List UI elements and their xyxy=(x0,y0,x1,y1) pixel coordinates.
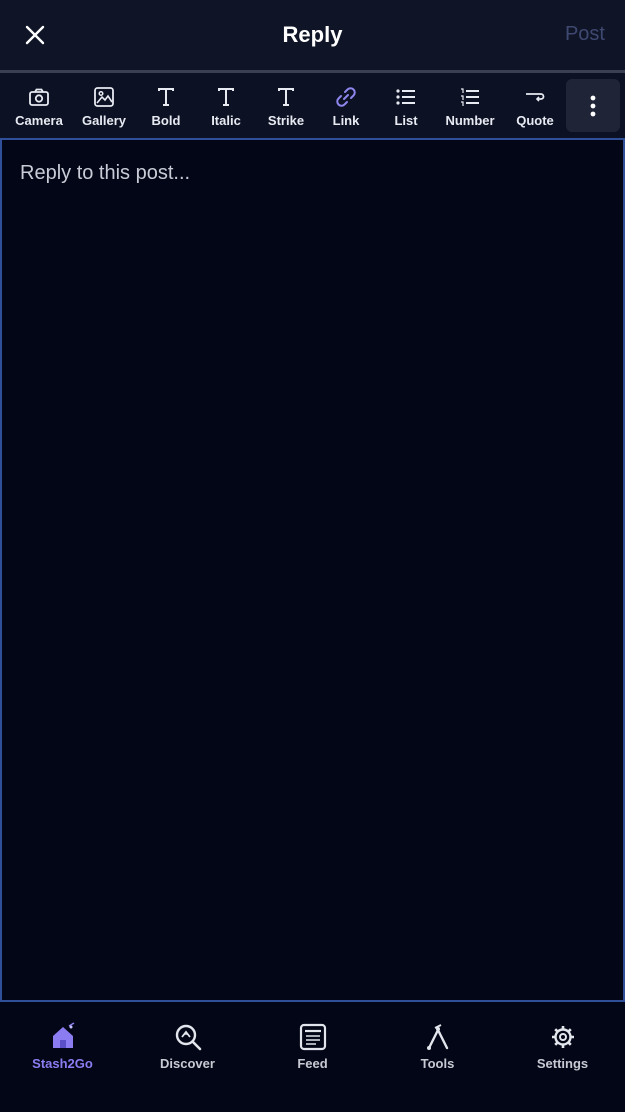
strike-label: Strike xyxy=(267,113,305,128)
nav-label-feed: Feed xyxy=(297,1056,328,1071)
bottom-navigation: Stash2Go Discover Feed Tools Settings xyxy=(0,1002,625,1112)
camera-icon xyxy=(28,86,50,108)
camera-button[interactable]: Camera xyxy=(8,73,70,138)
nav-label-settings: Settings xyxy=(536,1056,589,1071)
italic-icon xyxy=(216,86,236,108)
formatting-toolbar: Camera Gallery Bold Italic Strike Link L… xyxy=(0,73,625,138)
bulleted-list-icon xyxy=(395,86,417,108)
more-vertical-icon xyxy=(590,95,596,116)
numbered-list-icon xyxy=(459,86,481,108)
feed-icon xyxy=(298,1022,328,1052)
link-label: Link xyxy=(332,113,360,128)
nav-label-tools: Tools xyxy=(420,1056,455,1071)
nav-item-feed[interactable]: Feed xyxy=(250,1022,375,1082)
strikethrough-icon xyxy=(276,86,296,108)
reply-editor xyxy=(0,138,625,1002)
tools-icon xyxy=(423,1022,453,1052)
more-options-button[interactable] xyxy=(566,79,620,132)
page-title: Reply xyxy=(282,22,343,47)
nav-item-stash2go[interactable]: Stash2Go xyxy=(0,1022,125,1082)
list-label: List xyxy=(394,113,418,128)
nav-item-settings[interactable]: Settings xyxy=(500,1022,625,1082)
list-button[interactable]: List xyxy=(380,73,432,138)
bold-button[interactable]: Bold xyxy=(140,73,192,138)
italic-label: Italic xyxy=(211,113,241,128)
gear-icon xyxy=(548,1022,578,1052)
number-button[interactable]: Number xyxy=(440,73,500,138)
gallery-label: Gallery xyxy=(81,113,127,128)
strike-button[interactable]: Strike xyxy=(260,73,312,138)
nav-label-discover: Discover xyxy=(160,1056,215,1071)
gallery-button[interactable]: Gallery xyxy=(74,73,134,138)
quote-icon xyxy=(524,86,546,108)
app-header: Reply Post xyxy=(0,0,625,70)
link-icon xyxy=(334,86,358,108)
home-icon xyxy=(48,1022,78,1052)
reply-input[interactable] xyxy=(2,140,623,1000)
bold-label: Bold xyxy=(151,113,181,128)
image-icon xyxy=(93,86,115,108)
bold-icon xyxy=(156,86,176,108)
number-label: Number xyxy=(445,113,495,128)
nav-item-tools[interactable]: Tools xyxy=(375,1022,500,1082)
quote-button[interactable]: Quote xyxy=(508,73,562,138)
nav-label-stash2go: Stash2Go xyxy=(32,1056,93,1071)
link-button[interactable]: Link xyxy=(320,73,372,138)
camera-label: Camera xyxy=(15,113,63,128)
italic-button[interactable]: Italic xyxy=(200,73,252,138)
quote-label: Quote xyxy=(516,113,554,128)
nav-item-discover[interactable]: Discover xyxy=(125,1022,250,1082)
post-button[interactable]: Post xyxy=(565,23,605,46)
discover-search-icon xyxy=(173,1022,203,1052)
